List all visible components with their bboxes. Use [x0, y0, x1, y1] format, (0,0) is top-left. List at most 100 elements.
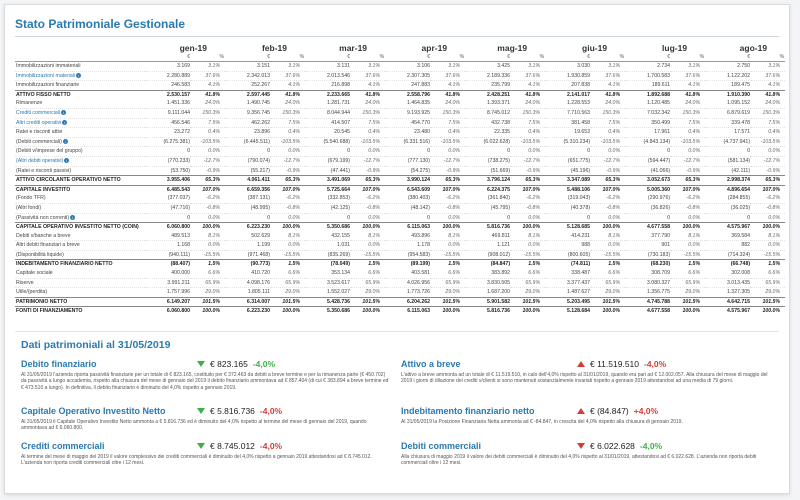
percent-cell: 3.1% — [271, 61, 306, 72]
value-cell: (74.811) — [545, 259, 592, 270]
value-cell: 19.653 — [545, 127, 592, 138]
percent-cell: 37.6% — [671, 71, 706, 82]
percent-cell: 0.0% — [191, 213, 225, 224]
percent-cell: 29.0% — [591, 287, 626, 298]
value-cell: (42.125) — [305, 203, 352, 214]
row-label-cell: Altri debiti finanziari a breve — [15, 240, 145, 251]
value-cell: 6.879.619 — [705, 108, 752, 119]
unit-euro: € — [305, 54, 352, 62]
row-label-cell[interactable]: Immobilizzazioni materiali i — [15, 71, 145, 82]
row-label[interactable]: Immobilizzazioni materiali — [16, 73, 75, 79]
unit-pct: % — [591, 54, 626, 62]
info-icon[interactable]: i — [70, 214, 76, 220]
percent-cell: -15.5% — [431, 250, 466, 261]
percent-cell: 24.0% — [191, 99, 225, 109]
percent-cell: 0.0% — [591, 240, 626, 251]
row-label[interactable]: Crediti commerciali — [16, 110, 60, 116]
value-cell: (4.843.134) — [625, 137, 672, 148]
percent-cell: -0.8% — [431, 203, 466, 214]
percent-cell: 7.5% — [511, 118, 546, 129]
value-cell: (41.066) — [625, 166, 672, 177]
value-cell: (940.111) — [145, 250, 191, 261]
percent-cell: 101.5% — [351, 296, 386, 307]
percent-cell: 7.5% — [431, 118, 466, 129]
info-icon[interactable]: i — [76, 72, 82, 78]
percent-cell: 100.0% — [271, 306, 306, 317]
value-cell: (48.142) — [385, 203, 432, 214]
percent-cell: 100.0% — [351, 306, 386, 317]
percent-cell: 24.0% — [671, 99, 706, 109]
percent-cell: 37.6% — [191, 71, 225, 82]
value-cell: 350.499 — [625, 118, 672, 129]
value-cell: 3.990.124 — [385, 175, 432, 186]
row-label-cell: CAPITALE OPERATIVO INVESTITO NETTO (COIN… — [15, 222, 145, 232]
kpi-value: € 6.022.628 — [590, 440, 635, 451]
value-cell: 1.451.336 — [145, 99, 191, 109]
value-cell: 3.377.437 — [545, 278, 592, 289]
value-cell: 3.523.617 — [305, 278, 352, 289]
trend-arrow-icon — [577, 360, 585, 367]
row-label-cell[interactable]: Crediti commerciali i — [15, 108, 145, 119]
table-row: (Passività non correnti) i 0 0.0% 0 0.0% 0 0.0%… — [15, 213, 786, 224]
percent-cell: 0.0% — [191, 240, 225, 251]
value-cell: 3.347.089 — [545, 175, 592, 186]
row-label: Utile/(perdita) — [16, 289, 48, 296]
percent-cell: -0.9% — [271, 166, 306, 177]
row-label-cell: Utile/(perdita) — [15, 287, 145, 298]
percent-cell: 0.0% — [511, 146, 546, 157]
percent-cell: 6.6% — [671, 269, 706, 279]
value-cell: 1.168 — [145, 240, 191, 251]
percent-cell: 150.3% — [271, 108, 306, 119]
info-icon[interactable]: i — [62, 138, 68, 144]
row-label-cell[interactable]: (Altri debiti operativi) i — [15, 156, 145, 167]
percent-cell: 29.0% — [271, 287, 306, 298]
percent-cell: 4.1% — [591, 80, 626, 91]
percent-cell: -6.2% — [751, 194, 786, 204]
info-icon[interactable]: i — [62, 119, 68, 125]
percent-cell: -15.5% — [511, 250, 546, 261]
percent-cell: 0.0% — [431, 146, 466, 157]
percent-cell: 150.3% — [591, 108, 626, 119]
value-cell: 4.098.176 — [225, 278, 271, 289]
percent-cell: 0.0% — [431, 240, 466, 251]
percent-cell: 150.3% — [511, 108, 546, 119]
value-cell: 252.267 — [225, 80, 271, 91]
value-cell: 6.314.007 — [225, 296, 271, 307]
percent-cell: 1.5% — [751, 259, 786, 270]
value-cell: 3.052.673 — [625, 175, 672, 186]
value-cell: 377.790 — [625, 231, 672, 242]
value-cell: 1.487.627 — [545, 287, 592, 298]
percent-cell: -0.8% — [191, 203, 225, 214]
kpi-card: Debiti commerciali € 6.022.628 -4,0% Alla c… — [401, 439, 771, 467]
percent-cell: 0.0% — [431, 213, 466, 224]
percent-cell: 6.6% — [191, 269, 225, 279]
month-header: ago-19 — [739, 43, 768, 53]
value-cell: 2.342.013 — [225, 71, 271, 82]
row-label: (Fondo TFR) — [16, 195, 46, 202]
percent-cell: 37.6% — [591, 71, 626, 82]
value-cell: 4.745.788 — [625, 296, 672, 307]
info-icon[interactable]: i — [61, 110, 67, 116]
value-cell: 502.629 — [225, 231, 271, 242]
row-label[interactable]: Altri crediti operativi — [16, 120, 61, 126]
table-row: Ratei e risconti attivi 23.272 0.4% 23.896 0… — [15, 127, 786, 138]
value-cell: (36.826) — [625, 203, 672, 214]
row-label: Immobilizzazioni immateriali — [16, 63, 81, 69]
unit-euro: € — [225, 54, 271, 62]
row-label[interactable]: (Altri debiti operativi) — [16, 158, 63, 164]
row-label-cell[interactable]: Altri crediti operativi i — [15, 118, 145, 129]
percent-cell: 41.8% — [271, 89, 306, 100]
unit-pct: % — [271, 54, 306, 62]
kpi-name: Capitale Operativo Investito Netto — [21, 405, 166, 416]
value-cell: 3.106 — [385, 61, 432, 72]
percent-cell: 1.5% — [271, 259, 306, 270]
value-cell: (319.043) — [545, 194, 592, 204]
percent-cell: 150.3% — [671, 108, 706, 119]
percent-cell: 101.5% — [191, 296, 225, 307]
month-header: apr-19 — [421, 43, 448, 53]
percent-cell: -15.5% — [751, 250, 786, 261]
percent-cell: 100.0% — [431, 222, 466, 232]
percent-cell: -0.8% — [591, 203, 626, 214]
value-cell: 9.193.925 — [385, 108, 432, 119]
info-icon[interactable]: i — [64, 158, 70, 164]
